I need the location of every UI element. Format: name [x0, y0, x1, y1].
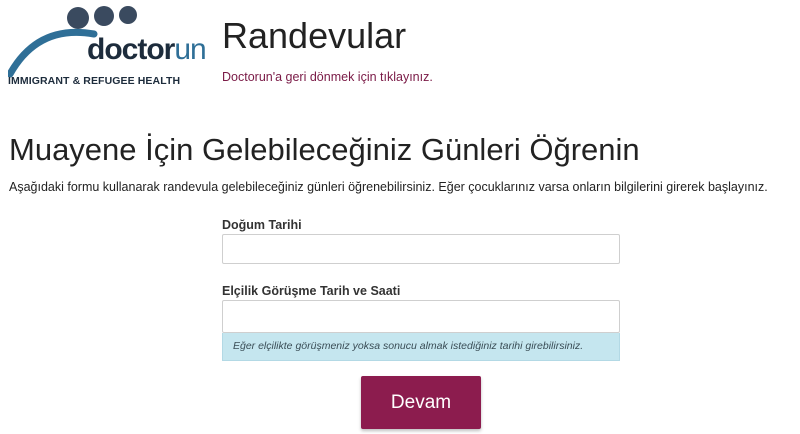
- back-to-doctorun-link[interactable]: Doctorun'a geri dönmek için tıklayınız.: [222, 70, 433, 84]
- embassy-interview-hint: Eğer elçilikte görüşmeniz yoksa sonucu a…: [222, 333, 620, 361]
- birth-date-label: Doğum Tarihi: [222, 218, 302, 232]
- page-title: Muayene İçin Gelebileceğiniz Günleri Öğr…: [9, 132, 640, 167]
- page-header-title: Randevular: [222, 15, 407, 56]
- logo-wordmark: doctorun: [87, 33, 207, 66]
- intro-text: Aşağıdaki formu kullanarak randevula gel…: [9, 180, 768, 194]
- logo-word-main: doctor: [87, 33, 175, 66]
- birth-date-input[interactable]: [222, 234, 620, 264]
- logo-tagline: IMMIGRANT & REFUGEE HEALTH: [8, 75, 181, 87]
- logo-word-accent: un: [174, 33, 206, 66]
- doctorun-logo[interactable]: doctorun IMMIGRANT & REFUGEE HEALTH: [8, 4, 207, 96]
- embassy-interview-label: Elçilik Görüşme Tarih ve Saati: [222, 284, 401, 298]
- embassy-interview-input[interactable]: [222, 300, 620, 333]
- continue-button[interactable]: Devam: [361, 376, 481, 429]
